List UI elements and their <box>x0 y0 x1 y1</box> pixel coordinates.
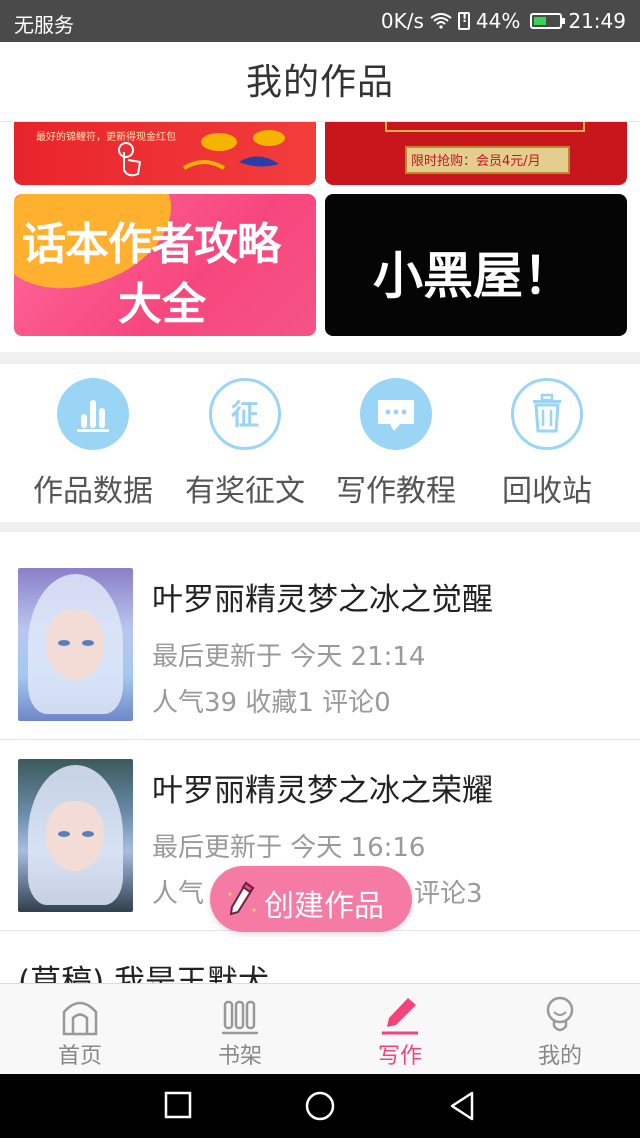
quick-label-work-data: 作品数据 <box>33 474 153 509</box>
tap-hand-icon <box>118 142 142 177</box>
banner-frame <box>385 122 585 132</box>
home-icon <box>62 1001 98 1036</box>
bookshelf-icon <box>222 1000 258 1035</box>
work-updated: 最后更新于 今天 21:14 <box>152 642 426 672</box>
page-title: 我的作品 <box>245 62 394 103</box>
tab-bookshelf[interactable]: 书架 <box>160 984 320 1075</box>
tab-home[interactable]: 首页 <box>0 984 160 1075</box>
profile-icon <box>546 996 574 1032</box>
recent-apps-icon[interactable] <box>164 1090 192 1120</box>
pencil-icon <box>382 998 418 1035</box>
tab-write[interactable]: 写作 <box>320 984 480 1075</box>
back-triangle-icon[interactable] <box>448 1090 476 1122</box>
create-work-button[interactable]: 创建作品 <box>210 866 412 932</box>
work-stats-right: 评论3 <box>414 879 483 909</box>
chat-bubble-icon <box>360 378 432 450</box>
quick-menu: 作品数据 征 有奖征文 写作教程 回收站 <box>0 364 640 522</box>
banner-guide-line1: 话本作者攻略 <box>22 219 281 270</box>
section-divider <box>0 522 640 532</box>
quick-label-recycle-bin: 回收站 <box>502 474 592 509</box>
wifi-icon <box>430 13 452 29</box>
battery-percent: 44% <box>475 9 521 33</box>
banner-koi-promo[interactable]: 最好的锦鲤符，更新得现金红包 <box>14 122 316 185</box>
work-item-draft[interactable]: (草稿) 我是王默犬 <box>0 932 640 984</box>
home-circle-icon[interactable] <box>304 1090 336 1122</box>
tab-label: 书架 <box>217 1044 262 1069</box>
banner-blackroom[interactable]: 小黑屋！ <box>325 194 627 336</box>
work-updated: 最后更新于 今天 16:16 <box>152 833 426 863</box>
contest-glyph: 征 <box>231 398 259 431</box>
banner-member-sale[interactable]: 限时抢购：会员4元/月 <box>325 122 627 185</box>
section-divider <box>0 352 640 364</box>
koi-fish-icon <box>182 130 285 170</box>
banner-sale-caption: 限时抢购：会员4元/月 <box>411 154 541 169</box>
create-work-label: 创建作品 <box>264 889 384 924</box>
work-stats: 人气39 收藏1 评论0 <box>152 688 391 718</box>
system-nav-bar <box>0 1074 640 1138</box>
clock: 21:49 <box>568 9 626 33</box>
quick-item-work-data[interactable]: 作品数据 <box>18 378 168 510</box>
work-title: 叶罗丽精灵梦之冰之觉醒 <box>152 582 493 618</box>
work-title: 叶罗丽精灵梦之冰之荣耀 <box>152 773 493 809</box>
sim-alert-icon <box>457 11 470 30</box>
quick-item-tutorial[interactable]: 写作教程 <box>321 378 471 510</box>
chart-icon <box>57 378 129 450</box>
banner-writer-guide[interactable]: 话本作者攻略 大全 <box>14 194 316 336</box>
tab-label: 写作 <box>377 1044 422 1069</box>
trash-icon <box>511 378 583 450</box>
work-stats-left: 人气 <box>152 879 205 909</box>
work-cover-image <box>18 568 133 721</box>
banner-guide-line2: 大全 <box>118 279 206 330</box>
status-icons: 0K/s 44% 21:49 <box>381 9 626 33</box>
draft-title: (草稿) 我是王默犬 <box>18 964 270 984</box>
quick-label-tutorial: 写作教程 <box>336 474 456 509</box>
carrier-label: 无服务 <box>14 13 74 37</box>
work-cover-image <box>18 759 133 912</box>
tab-label: 首页 <box>57 1044 102 1069</box>
page-header: 我的作品 <box>0 42 640 122</box>
banner-blackroom-text: 小黑屋！ <box>373 247 573 305</box>
pencil-icon <box>228 881 256 916</box>
quick-item-recycle-bin[interactable]: 回收站 <box>472 378 622 510</box>
tab-profile[interactable]: 我的 <box>480 984 640 1075</box>
bottom-tab-bar: 首页 书架 写作 我的 <box>0 983 640 1074</box>
work-item[interactable]: 叶罗丽精灵梦之冰之觉醒 最后更新于 今天 21:14 人气39 收藏1 评论0 <box>0 550 640 740</box>
network-speed: 0K/s <box>380 9 424 33</box>
battery-icon <box>530 13 566 29</box>
status-bar: 无服务 0K/s 44% 21:49 <box>0 0 640 42</box>
banner-koi-caption: 最好的锦鲤符，更新得现金红包 <box>36 132 176 143</box>
tab-label: 我的 <box>537 1044 582 1069</box>
quick-item-contest[interactable]: 征 有奖征文 <box>170 378 320 510</box>
contest-icon: 征 <box>209 378 281 450</box>
quick-label-contest: 有奖征文 <box>185 474 305 509</box>
